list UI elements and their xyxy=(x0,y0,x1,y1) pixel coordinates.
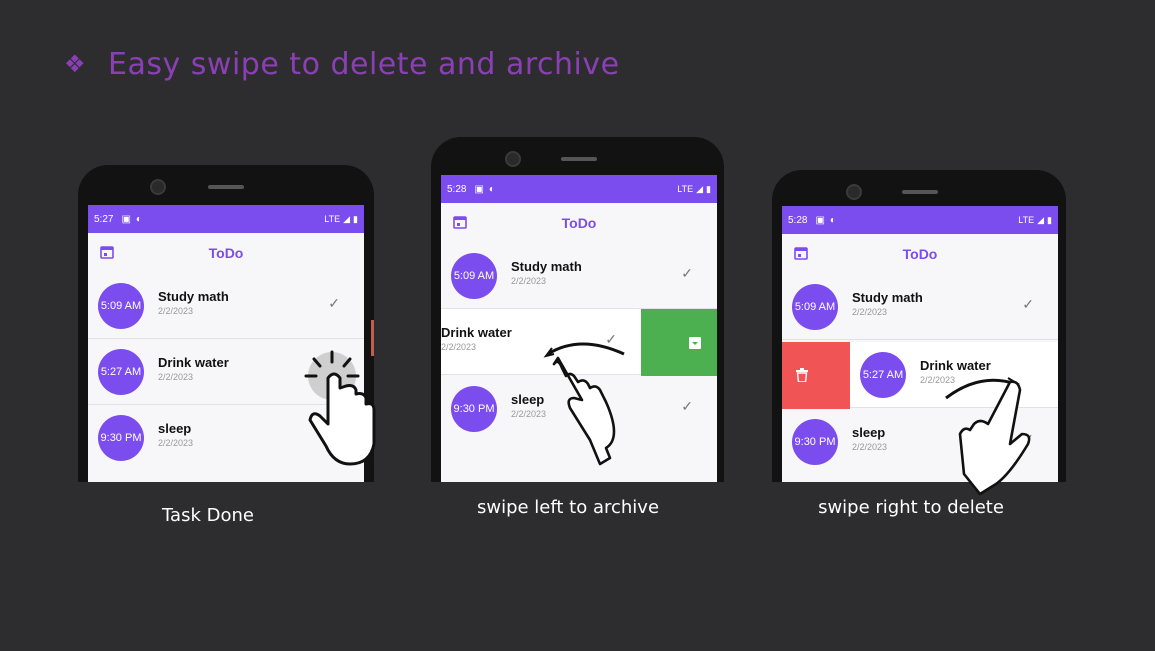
calendar-notification-icon: ▣ xyxy=(474,183,484,195)
task-name: Drink water xyxy=(158,355,229,370)
app-title: ToDo xyxy=(208,245,244,261)
calendar-icon[interactable] xyxy=(453,215,467,229)
task-name: sleep xyxy=(852,425,886,440)
task-name: Drink water xyxy=(920,358,991,373)
signal-icon: ◢ xyxy=(696,183,704,194)
task-time-badge: 5:09 AM xyxy=(451,253,497,299)
task-time-badge: 5:09 AM xyxy=(792,284,838,330)
trash-icon xyxy=(796,368,808,382)
status-bar: 5:28 ▣ ◐ LTE ◢ ▮ xyxy=(782,206,1058,234)
calendar-icon[interactable] xyxy=(100,245,114,259)
battery-icon: ▮ xyxy=(1047,214,1052,225)
delete-action-background[interactable] xyxy=(782,342,850,409)
slide-title-text: Easy swipe to delete and archive xyxy=(108,46,620,82)
caption-swipe-left: swipe left to archive xyxy=(476,497,660,518)
check-icon[interactable]: ✓ xyxy=(328,295,340,312)
app-bar: ToDo xyxy=(88,233,364,273)
archive-icon xyxy=(689,337,701,349)
tap-hand-icon xyxy=(304,350,376,466)
task-time-badge: 5:27 AM xyxy=(860,352,906,398)
task-date: 2/2/2023 xyxy=(158,438,194,448)
task-row[interactable]: 5:09 AM Study math 2/2/2023 ✓ xyxy=(441,243,717,309)
signal-icon: ◢ xyxy=(1037,214,1045,225)
check-icon[interactable]: ✓ xyxy=(681,398,693,415)
calendar-notification-icon: ▣ xyxy=(815,214,825,226)
task-row[interactable]: 5:09 AM Study math 2/2/2023 ✓ xyxy=(88,273,364,339)
task-date: 2/2/2023 xyxy=(441,342,477,352)
phone-bezel xyxy=(431,137,724,175)
task-time-badge: 9:30 PM xyxy=(451,386,497,432)
task-date: 2/2/2023 xyxy=(158,306,194,316)
task-time-badge: 9:30 PM xyxy=(98,415,144,461)
task-time-badge: 5:09 AM xyxy=(98,283,144,329)
app-bar: ToDo xyxy=(441,203,717,243)
app-notification-icon: ◐ xyxy=(135,213,142,225)
slide-title: ❖ Easy swipe to delete and archive xyxy=(64,44,620,84)
task-row[interactable]: 5:09 AM Study math 2/2/2023 ✓ xyxy=(782,274,1058,340)
battery-icon: ▮ xyxy=(706,183,711,194)
bullet-icon: ❖ xyxy=(64,50,87,78)
task-name: sleep xyxy=(158,421,192,436)
task-name: Study math xyxy=(158,289,229,304)
app-notification-icon: ◐ xyxy=(488,183,495,195)
task-name: Study math xyxy=(852,290,923,305)
task-date: 2/2/2023 xyxy=(158,372,194,382)
task-time-badge: 9:30 PM xyxy=(792,419,838,465)
calendar-icon[interactable] xyxy=(794,246,808,260)
status-bar: 5:28 ▣ ◐ LTE ◢ ▮ xyxy=(441,175,717,203)
task-date: 2/2/2023 xyxy=(511,276,547,286)
phone-bezel xyxy=(772,170,1066,208)
calendar-notification-icon: ▣ xyxy=(121,213,131,225)
battery-icon: ▮ xyxy=(353,213,358,224)
task-name: Drink water xyxy=(441,325,512,340)
network-label: LTE xyxy=(1018,215,1035,225)
caption-swipe-right: swipe right to delete xyxy=(818,497,1004,518)
task-name: Study math xyxy=(511,259,582,274)
archive-action-background[interactable] xyxy=(641,309,717,376)
phone-bezel xyxy=(78,165,374,203)
task-date: 2/2/2023 xyxy=(852,442,888,452)
signal-icon: ◢ xyxy=(343,213,351,224)
status-time: 5:28 xyxy=(788,214,808,226)
check-icon[interactable]: ✓ xyxy=(1022,296,1034,313)
app-title: ToDo xyxy=(902,246,938,262)
network-label: LTE xyxy=(324,214,341,224)
task-date: 2/2/2023 xyxy=(852,307,888,317)
status-time: 5:28 xyxy=(447,183,467,195)
swipe-hand-icon xyxy=(543,342,625,466)
network-label: LTE xyxy=(677,184,694,194)
swipe-hand-icon xyxy=(945,377,1031,496)
app-bar: ToDo xyxy=(782,234,1058,274)
check-icon[interactable]: ✓ xyxy=(681,265,693,282)
app-title: ToDo xyxy=(561,215,597,231)
status-bar: 5:27 ▣ ◐ LTE ◢ ▮ xyxy=(88,205,364,233)
status-time: 5:27 xyxy=(94,213,114,225)
app-notification-icon: ◐ xyxy=(829,214,836,226)
task-time-badge: 5:27 AM xyxy=(98,349,144,395)
caption-task-done: Task Done xyxy=(162,505,254,526)
